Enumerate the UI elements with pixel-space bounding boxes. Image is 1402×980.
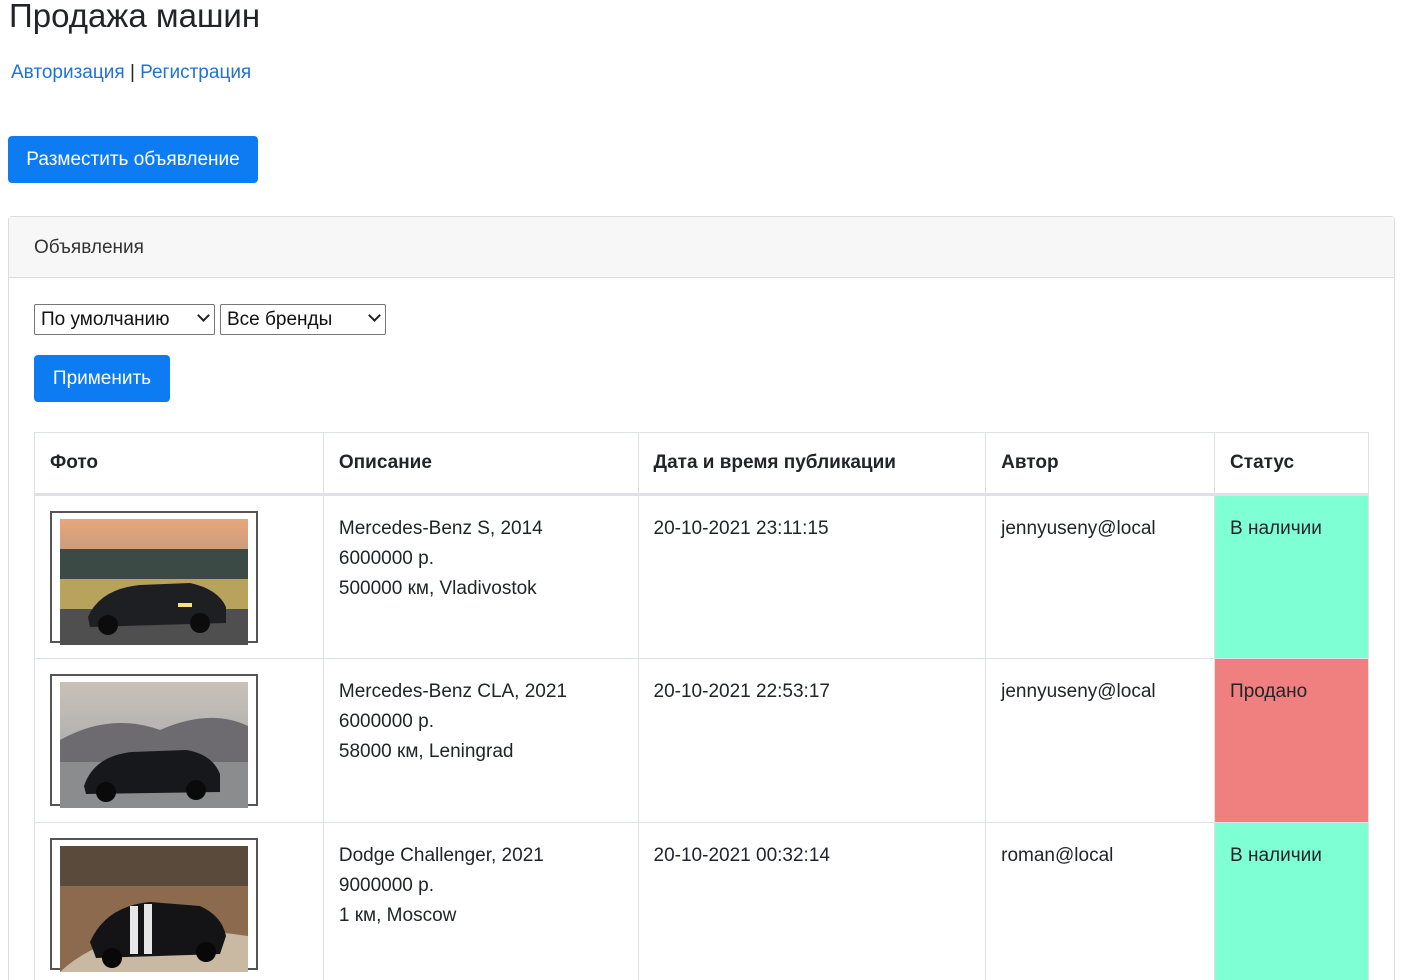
page: Продажа машин Авторизация | Регистрация … [0, 0, 1402, 980]
date-cell: 20-10-2021 00:32:14 [637, 822, 987, 980]
car-photo-icon[interactable] [50, 511, 258, 645]
ads-card: Объявления По умолчанию Все бренды Приме… [8, 216, 1395, 980]
table-row: Mercedes-Benz CLA, 2021 6000000 р. 58000… [34, 658, 1369, 823]
car-price: 6000000 р. [338, 711, 434, 732]
car-mileage-city: 58000 км, Leningrad [338, 741, 514, 762]
ads-table: Фото Описание Дата и время публикации Ав… [34, 432, 1369, 980]
author-cell: jennyuseny@local [985, 658, 1216, 823]
column-header-author: Автор [985, 432, 1216, 496]
date-cell: 20-10-2021 23:11:15 [637, 494, 987, 659]
description-cell: Mercedes-Benz S, 2014 6000000 р. 500000 … [322, 494, 639, 659]
table-row: Dodge Challenger, 2021 9000000 р. 1 км, … [34, 822, 1369, 980]
photo-cell [34, 822, 324, 980]
column-header-date: Дата и время публикации [637, 432, 987, 496]
post-ad-button[interactable]: Разместить объявление [8, 136, 258, 183]
car-mileage-city: 1 км, Moscow [338, 905, 457, 926]
column-header-status: Статус [1214, 432, 1369, 496]
page-title: Продажа машин [9, 0, 261, 34]
car-photo-icon [60, 846, 248, 972]
car-model-year: Dodge Challenger, 2021 [338, 845, 544, 866]
car-photo-icon [60, 519, 248, 645]
car-photo-icon [60, 682, 248, 808]
status-badge: В наличии [1214, 822, 1369, 980]
date-cell: 20-10-2021 22:53:17 [637, 658, 987, 823]
car-mileage-city: 500000 км, Vladivostok [338, 578, 537, 599]
author-cell: jennyuseny@local [985, 494, 1216, 659]
auth-separator: | [129, 62, 135, 83]
photo-cell [34, 658, 324, 823]
car-photo-icon[interactable] [50, 674, 258, 808]
table-header-row: Фото Описание Дата и время публикации Ав… [34, 432, 1369, 496]
description-cell: Dodge Challenger, 2021 9000000 р. 1 км, … [322, 822, 639, 980]
login-link[interactable]: Авторизация [11, 62, 125, 83]
auth-links: Авторизация | Регистрация [11, 60, 251, 86]
ads-card-header: Объявления [9, 217, 1394, 278]
column-header-description: Описание [322, 432, 639, 496]
table-row: Mercedes-Benz S, 2014 6000000 р. 500000 … [34, 494, 1369, 659]
sort-select-value: По умолчанию [41, 309, 170, 330]
brand-select-value: Все бренды [227, 309, 333, 330]
filters: По умолчанию Все бренды [34, 304, 386, 335]
register-link[interactable]: Регистрация [140, 62, 251, 83]
sort-select[interactable]: По умолчанию [34, 304, 215, 335]
car-price: 6000000 р. [338, 548, 434, 569]
brand-select[interactable]: Все бренды [220, 304, 386, 335]
car-photo-icon[interactable] [50, 838, 258, 972]
column-header-photo: Фото [34, 432, 324, 496]
status-badge: В наличии [1214, 494, 1369, 659]
chevron-down-icon [368, 309, 381, 322]
apply-button[interactable]: Применить [34, 355, 170, 402]
chevron-down-icon [197, 309, 210, 322]
car-model-year: Mercedes-Benz CLA, 2021 [338, 681, 568, 702]
author-cell: roman@local [985, 822, 1216, 980]
status-badge: Продано [1214, 658, 1369, 823]
car-model-year: Mercedes-Benz S, 2014 [338, 518, 543, 539]
photo-cell [34, 494, 324, 659]
description-cell: Mercedes-Benz CLA, 2021 6000000 р. 58000… [322, 658, 639, 823]
car-price: 9000000 р. [338, 875, 434, 896]
